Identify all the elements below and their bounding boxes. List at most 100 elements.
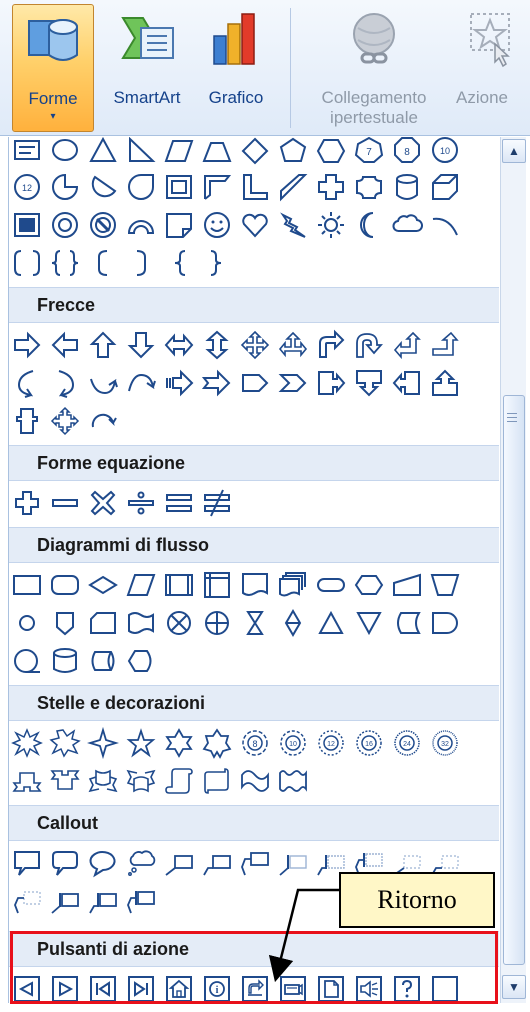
flowchart-collate-shape-icon[interactable] — [239, 607, 271, 639]
right-arrow-shape-icon[interactable] — [11, 329, 43, 361]
curved-down-arrow-shape-icon[interactable] — [125, 367, 157, 399]
line-callout-1-border-accent-shape-icon[interactable] — [49, 885, 81, 917]
rectangular-callout-shape-icon[interactable] — [11, 847, 43, 879]
explosion-1-shape-icon[interactable] — [11, 727, 43, 759]
folded-corner-shape-icon[interactable] — [163, 209, 195, 241]
multiply-shape-icon[interactable] — [87, 487, 119, 519]
parallelogram-shape-icon[interactable] — [163, 137, 195, 165]
flowchart-alternate-process-shape-icon[interactable] — [49, 569, 81, 601]
cube-shape-icon[interactable] — [429, 171, 461, 203]
gallery-scrollbar[interactable]: ▲ ▼ — [500, 137, 526, 1003]
up-down-arrow-shape-icon[interactable] — [201, 329, 233, 361]
flowchart-multidocument-shape-icon[interactable] — [277, 569, 309, 601]
line-callout-1-accent-bar-shape-icon[interactable] — [277, 847, 309, 879]
cloud-callout-shape-icon[interactable] — [125, 847, 157, 879]
flowchart-internal-storage-shape-icon[interactable] — [201, 569, 233, 601]
star-6-point-shape-icon[interactable] — [163, 727, 195, 759]
moon-shape-icon[interactable] — [353, 209, 385, 241]
down-ribbon-shape-icon[interactable] — [49, 765, 81, 797]
pentagon-arrow-shape-icon[interactable] — [239, 367, 271, 399]
flowchart-manual-operation-shape-icon[interactable] — [429, 569, 461, 601]
star-7-point-shape-icon[interactable] — [201, 727, 233, 759]
flowchart-document-shape-icon[interactable] — [239, 569, 271, 601]
flowchart-decision-shape-icon[interactable] — [87, 569, 119, 601]
trapezoid-shape-icon[interactable] — [201, 137, 233, 165]
equal-shape-icon[interactable] — [163, 487, 195, 519]
diagonal-stripe-shape-icon[interactable] — [277, 171, 309, 203]
action-button[interactable]: Azione — [452, 4, 530, 132]
smartart-button[interactable]: SmartArt — [100, 4, 194, 132]
flowchart-preparation-shape-icon[interactable] — [353, 569, 385, 601]
line-callout-3-no-border-shape-icon[interactable] — [11, 885, 43, 917]
star-12-point-shape-icon[interactable]: 12 — [315, 727, 347, 759]
rounded-rectangular-callout-shape-icon[interactable] — [49, 847, 81, 879]
curved-right-arrow-shape-icon[interactable] — [11, 367, 43, 399]
double-bracket-shape-icon[interactable] — [11, 247, 43, 279]
horizontal-scroll-shape-icon[interactable] — [201, 765, 233, 797]
bent-arrow-shape-icon[interactable] — [315, 329, 347, 361]
notched-right-arrow-shape-icon[interactable] — [201, 367, 233, 399]
donut-shape-icon[interactable] — [49, 209, 81, 241]
flowchart-magnetic-disk-shape-icon[interactable] — [49, 645, 81, 677]
can-shape-icon[interactable] — [391, 171, 423, 203]
flowchart-display-shape-icon[interactable] — [125, 645, 157, 677]
explosion-2-shape-icon[interactable] — [49, 727, 81, 759]
vertical-scroll-shape-icon[interactable] — [163, 765, 195, 797]
text-box-shape-icon[interactable] — [11, 137, 43, 165]
cross-shape-icon[interactable] — [315, 171, 347, 203]
shapes-button[interactable]: Forme ▾ — [12, 4, 94, 132]
flowchart-manual-input-shape-icon[interactable] — [391, 569, 423, 601]
flowchart-sort-shape-icon[interactable] — [277, 607, 309, 639]
flowchart-card-shape-icon[interactable] — [87, 607, 119, 639]
cloud-shape-icon[interactable] — [391, 209, 423, 241]
right-arrow-callout-shape-icon[interactable] — [315, 367, 347, 399]
decagon-shape-icon[interactable]: 10 — [429, 137, 461, 165]
up-ribbon-shape-icon[interactable] — [11, 765, 43, 797]
flowchart-stored-data-shape-icon[interactable] — [391, 607, 423, 639]
chevron-shape-icon[interactable] — [277, 367, 309, 399]
frame-shape-icon[interactable] — [163, 171, 195, 203]
flowchart-summing-junction-shape-icon[interactable] — [163, 607, 195, 639]
dodecagon-shape-icon[interactable]: 12 — [11, 171, 43, 203]
quad-arrow-shape-icon[interactable] — [239, 329, 271, 361]
heptagon-shape-icon[interactable]: 7 — [353, 137, 385, 165]
star-5-point-shape-icon[interactable] — [125, 727, 157, 759]
flowchart-process-shape-icon[interactable] — [11, 569, 43, 601]
oval-shape-icon[interactable] — [49, 137, 81, 165]
line-callout-2-shape-icon[interactable] — [201, 847, 233, 879]
pentagon-shape-icon[interactable] — [277, 137, 309, 165]
line-callout-2-border-accent-shape-icon[interactable] — [87, 885, 119, 917]
chart-button[interactable]: Grafico — [196, 4, 276, 132]
flowchart-data-shape-icon[interactable] — [125, 569, 157, 601]
up-arrow-callout-shape-icon[interactable] — [429, 367, 461, 399]
left-right-up-arrow-shape-icon[interactable] — [277, 329, 309, 361]
chord-shape-icon[interactable] — [87, 171, 119, 203]
left-arrow-shape-icon[interactable] — [49, 329, 81, 361]
triangle-shape-icon[interactable] — [87, 137, 119, 165]
wave-shape-icon[interactable] — [239, 765, 271, 797]
left-brace-shape-icon[interactable] — [163, 247, 195, 279]
octagon-shape-icon[interactable]: 8 — [391, 137, 423, 165]
flowchart-predefined-process-shape-icon[interactable] — [163, 569, 195, 601]
circular-arrow-shape-icon[interactable] — [87, 405, 119, 437]
right-bracket-shape-icon[interactable] — [125, 247, 157, 279]
oval-callout-shape-icon[interactable] — [87, 847, 119, 879]
sun-shape-icon[interactable] — [315, 209, 347, 241]
curved-up-arrow-shape-icon[interactable] — [87, 367, 119, 399]
block-arc-shape-icon[interactable] — [125, 209, 157, 241]
star-10-point-shape-icon[interactable]: 10 — [277, 727, 309, 759]
flowchart-connector-shape-icon[interactable] — [11, 607, 43, 639]
left-bracket-shape-icon[interactable] — [87, 247, 119, 279]
flowchart-sequential-access-storage-shape-icon[interactable] — [11, 645, 43, 677]
star-4-point-shape-icon[interactable] — [87, 727, 119, 759]
right-brace-shape-icon[interactable] — [201, 247, 233, 279]
flowchart-direct-access-storage-shape-icon[interactable] — [87, 645, 119, 677]
lightning-bolt-shape-icon[interactable] — [277, 209, 309, 241]
no-symbol-shape-icon[interactable] — [87, 209, 119, 241]
right-triangle-shape-icon[interactable] — [125, 137, 157, 165]
left-right-arrow-shape-icon[interactable] — [163, 329, 195, 361]
left-right-arrow-callout-shape-icon[interactable] — [11, 405, 43, 437]
flowchart-or-shape-icon[interactable] — [201, 607, 233, 639]
bent-up-arrow-shape-icon[interactable] — [429, 329, 461, 361]
smiley-face-shape-icon[interactable] — [201, 209, 233, 241]
